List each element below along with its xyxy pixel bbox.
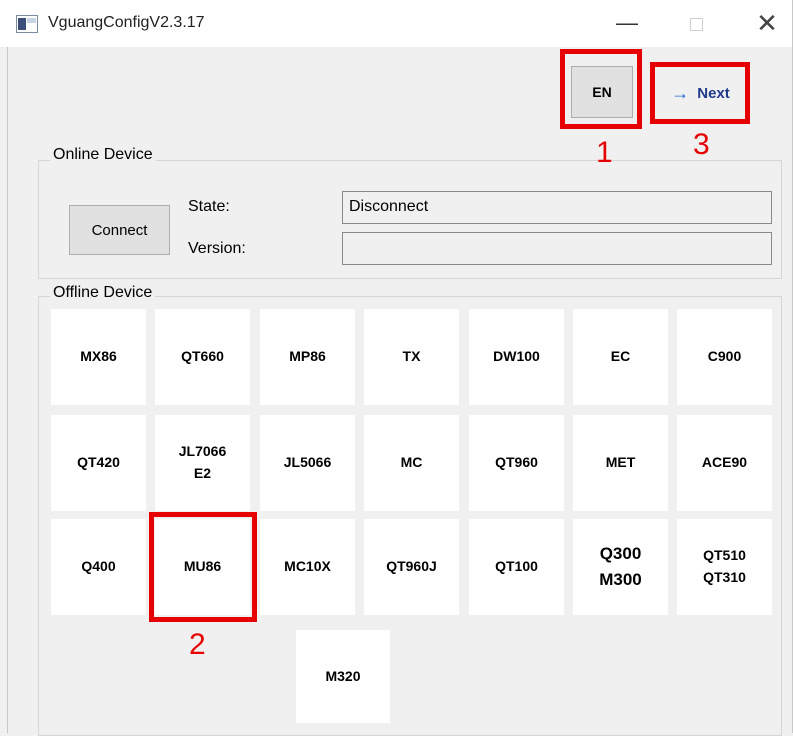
device-label-line: M300 (599, 570, 642, 589)
device-tile-qt510-qt310[interactable]: QT510 QT310 (677, 519, 772, 615)
device-label-line: EC (610, 348, 631, 365)
device-tile-c900[interactable]: C900 (677, 309, 772, 405)
device-tile-tx[interactable]: TX (364, 309, 459, 405)
device-tile-label: QT660 (181, 346, 224, 368)
device-label-line: Q400 (81, 558, 116, 575)
device-tile-label: TX (403, 346, 421, 368)
device-tile-label: Q300 M300 (599, 541, 642, 594)
device-tile-label: DW100 (493, 346, 540, 368)
device-tile-label: QT960J (386, 556, 437, 578)
annotation-box-2 (149, 512, 257, 622)
device-label-line: DW100 (493, 348, 540, 365)
device-tile-mc[interactable]: MC (364, 415, 459, 511)
annotation-number-1: 1 (596, 136, 613, 169)
device-tile-q300-m300[interactable]: Q300 M300 (573, 519, 668, 615)
device-tile-label: EC (611, 346, 630, 368)
version-field (342, 232, 772, 265)
device-tile-label: MC10X (284, 556, 331, 578)
device-tile-ec[interactable]: EC (573, 309, 668, 405)
device-label-line: TX (402, 348, 421, 365)
device-tile-label: QT510 QT310 (703, 545, 746, 588)
device-tile-met[interactable]: MET (573, 415, 668, 511)
window-border-left (7, 47, 8, 733)
device-tile-dw100[interactable]: DW100 (469, 309, 564, 405)
device-label-line: C900 (707, 348, 742, 365)
device-tile-label: JL7066 E2 (179, 441, 226, 484)
annotation-box-1 (560, 49, 642, 129)
device-tile-qt960j[interactable]: QT960J (364, 519, 459, 615)
device-tile-label: MET (606, 452, 636, 474)
device-tile-label: MX86 (80, 346, 117, 368)
device-label-line: Q300 (599, 543, 642, 563)
device-tile-q400[interactable]: Q400 (51, 519, 146, 615)
state-label: State: (188, 198, 230, 215)
connect-button[interactable]: Connect (69, 205, 170, 255)
device-label-line: JL7066 (178, 443, 227, 460)
device-tile-jl7066-e2[interactable]: JL7066 E2 (155, 415, 250, 511)
device-tile-qt960[interactable]: QT960 (469, 415, 564, 511)
device-label-line: MC10X (284, 558, 331, 575)
device-tile-m320[interactable]: M320 (296, 630, 390, 723)
device-label-line: MP86 (289, 348, 326, 365)
annotation-number-3: 3 (693, 128, 710, 161)
device-label-line: QT960J (386, 558, 437, 575)
device-tile-label: QT420 (77, 452, 120, 474)
version-label: Version: (188, 240, 246, 257)
device-tile-jl5066[interactable]: JL5066 (260, 415, 355, 511)
device-label-line: QT100 (495, 558, 538, 575)
device-label-line: QT420 (77, 454, 120, 471)
annotation-number-2: 2 (189, 628, 206, 661)
device-tile-label: Q400 (81, 556, 115, 578)
device-tile-qt420[interactable]: QT420 (51, 415, 146, 511)
device-tile-label: C900 (708, 346, 741, 368)
device-tile-label: MC (401, 452, 423, 474)
device-tile-ace90[interactable]: ACE90 (677, 415, 772, 511)
state-field: Disconnect (342, 191, 772, 224)
device-label-line: QT660 (181, 348, 224, 365)
device-tile-qt100[interactable]: QT100 (469, 519, 564, 615)
device-tile-label: ACE90 (702, 452, 747, 474)
annotation-box-3 (650, 62, 750, 124)
device-tile-label: QT960 (495, 452, 538, 474)
device-label-line: MX86 (80, 348, 117, 365)
maximize-icon (690, 18, 703, 31)
offline-device-title: Offline Device (50, 284, 156, 302)
device-label-line: QT510 (703, 547, 746, 564)
device-label-line: QT960 (495, 454, 538, 471)
close-icon[interactable]: ✕ (745, 8, 789, 40)
minimize-icon[interactable]: — (605, 8, 649, 40)
device-tile-mc10x[interactable]: MC10X (260, 519, 355, 615)
device-label-line: E2 (193, 465, 212, 481)
device-label-line: JL5066 (283, 454, 332, 471)
device-tile-qt660[interactable]: QT660 (155, 309, 250, 405)
device-tile-label: MP86 (289, 346, 326, 368)
online-device-title: Online Device (50, 146, 156, 164)
device-tile-mp86[interactable]: MP86 (260, 309, 355, 405)
device-tile-mx86[interactable]: MX86 (51, 309, 146, 405)
window-title: VguangConfigV2.3.17 (48, 14, 205, 31)
device-label-line: QT310 (703, 569, 746, 585)
device-label-line: M320 (325, 667, 361, 684)
device-tile-label: M320 (325, 666, 360, 688)
device-tile-label: QT100 (495, 556, 538, 578)
device-label-line: MET (605, 454, 636, 471)
app-icon (16, 15, 38, 33)
device-tile-label: JL5066 (284, 452, 331, 474)
device-label-line: MC (400, 454, 423, 471)
device-label-line: ACE90 (701, 454, 748, 471)
